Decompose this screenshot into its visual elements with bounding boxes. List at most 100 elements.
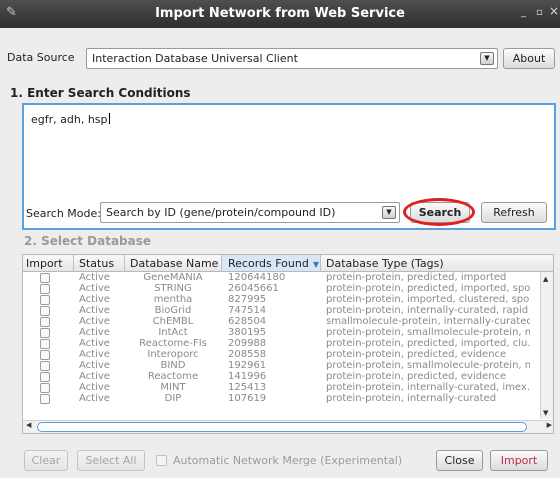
row-database-name: GeneMANIA bbox=[143, 272, 203, 283]
import-button[interactable]: Import bbox=[490, 450, 548, 471]
row-database-type: protein-protein, internally-curated, ime… bbox=[326, 382, 530, 393]
row-database-type: protein-protein, smallmolecule-protein, … bbox=[326, 327, 530, 338]
row-records-found: 380195 bbox=[228, 327, 267, 338]
import-checkbox[interactable] bbox=[40, 328, 50, 338]
row-database-type: protein-protein, predicted, evidence bbox=[326, 349, 507, 360]
database-section-title: 2. Select Database bbox=[24, 234, 152, 248]
row-database-type: protein-protein, predicted, evidence bbox=[326, 371, 507, 382]
row-status: Active bbox=[79, 382, 110, 393]
search-mode-select[interactable]: Search by ID (gene/protein/compound ID) … bbox=[100, 202, 400, 223]
import-checkbox[interactable] bbox=[40, 284, 50, 294]
row-database-type: protein-protein, predicted, imported, cl… bbox=[326, 338, 530, 349]
scroll-right-icon[interactable]: ▶ bbox=[547, 421, 552, 429]
close-button[interactable]: Close bbox=[436, 450, 483, 471]
sort-descending-icon: ▼ bbox=[312, 260, 319, 269]
import-checkbox[interactable] bbox=[40, 383, 50, 393]
row-status: Active bbox=[79, 349, 110, 360]
row-status: Active bbox=[79, 283, 110, 294]
row-database-name: IntAct bbox=[158, 327, 188, 338]
data-source-label: Data Source bbox=[7, 51, 75, 64]
row-records-found: 208558 bbox=[228, 349, 267, 360]
row-records-found: 141996 bbox=[228, 371, 267, 382]
row-database-type: protein-protein, smallmolecule-protein, … bbox=[326, 360, 530, 371]
row-records-found: 192961 bbox=[228, 360, 267, 371]
scroll-down-icon[interactable]: ▼ bbox=[543, 409, 548, 417]
row-database-type: protein-protein, imported, clustered, sp… bbox=[326, 294, 530, 305]
row-status: Active bbox=[79, 327, 110, 338]
about-button[interactable]: About bbox=[503, 48, 555, 69]
row-records-found: 747514 bbox=[228, 305, 267, 316]
row-database-name: ChEMBL bbox=[152, 316, 194, 327]
import-checkbox[interactable] bbox=[40, 394, 50, 404]
row-status: Active bbox=[79, 360, 110, 371]
row-database-type: smallmolecule-protein, internally-curate… bbox=[326, 316, 530, 327]
row-status: Active bbox=[79, 294, 110, 305]
row-status: Active bbox=[79, 305, 110, 316]
import-checkbox[interactable] bbox=[40, 295, 50, 305]
import-checkbox[interactable] bbox=[40, 350, 50, 360]
vertical-scrollbar[interactable]: ▲ ▼ bbox=[540, 272, 553, 419]
import-checkbox[interactable] bbox=[40, 361, 50, 371]
table-row[interactable]: Active DIP 107619 protein-protein, internal… bbox=[23, 393, 533, 405]
horizontal-scroll-thumb[interactable] bbox=[37, 422, 527, 432]
select-all-button[interactable]: Select All bbox=[77, 450, 145, 471]
scroll-left-icon[interactable]: ◀ bbox=[26, 421, 31, 429]
search-section-title: 1. Enter Search Conditions bbox=[10, 86, 191, 100]
horizontal-scrollbar[interactable]: ◀ ▶ bbox=[23, 420, 553, 433]
row-database-name: BioGrid bbox=[154, 305, 192, 316]
title-bar: ✎ Import Network from Web Service _ ▫ × bbox=[0, 0, 560, 28]
maximize-button[interactable]: ▫ bbox=[536, 7, 543, 19]
row-status: Active bbox=[79, 371, 110, 382]
chevron-down-icon: ▼ bbox=[382, 206, 396, 219]
row-status: Active bbox=[79, 272, 110, 283]
row-status: Active bbox=[79, 393, 110, 404]
window-title: Import Network from Web Service bbox=[155, 6, 405, 21]
records-found-label: Records Found bbox=[228, 257, 309, 270]
import-checkbox[interactable] bbox=[40, 372, 50, 382]
search-highlight-ellipse bbox=[403, 198, 475, 226]
refresh-button[interactable]: Refresh bbox=[481, 202, 547, 223]
scroll-up-icon[interactable]: ▲ bbox=[543, 275, 548, 283]
column-records-found[interactable]: Records Found ▼ bbox=[222, 255, 320, 271]
column-database-name[interactable]: Database Name bbox=[130, 257, 218, 270]
row-database-name: Reactome-FIs bbox=[139, 338, 207, 349]
clear-button[interactable]: Clear bbox=[24, 450, 68, 471]
import-checkbox[interactable] bbox=[40, 273, 50, 283]
row-records-found: 107619 bbox=[228, 393, 267, 404]
close-window-button[interactable]: × bbox=[549, 5, 559, 17]
search-mode-value: Search by ID (gene/protein/compound ID) bbox=[106, 206, 336, 219]
data-source-select[interactable]: Interaction Database Universal Client ▼ bbox=[86, 48, 498, 69]
chevron-down-icon: ▼ bbox=[480, 52, 494, 65]
import-checkbox[interactable] bbox=[40, 339, 50, 349]
row-database-name: DIP bbox=[164, 393, 182, 404]
row-database-name: Interoporc bbox=[147, 349, 199, 360]
text-caret bbox=[108, 113, 110, 124]
row-records-found: 120644180 bbox=[228, 272, 286, 283]
row-database-name: BIND bbox=[160, 360, 186, 371]
row-database-type: protein-protein, internally-curated, rap… bbox=[326, 305, 529, 316]
row-database-name: mentha bbox=[153, 294, 193, 305]
row-records-found: 827995 bbox=[228, 294, 267, 305]
import-checkbox[interactable] bbox=[40, 317, 50, 327]
row-status: Active bbox=[79, 338, 110, 349]
row-status: Active bbox=[79, 316, 110, 327]
column-divider bbox=[73, 255, 74, 272]
row-records-found: 209988 bbox=[228, 338, 267, 349]
data-source-value: Interaction Database Universal Client bbox=[92, 52, 298, 65]
row-database-type: protein-protein, internally-curated bbox=[326, 393, 497, 404]
row-database-type: protein-protein, predicted, imported, sp… bbox=[326, 283, 530, 294]
import-checkbox[interactable] bbox=[40, 306, 50, 316]
row-database-name: Reactome bbox=[147, 371, 199, 382]
column-divider bbox=[320, 255, 321, 272]
search-query-text: egfr, adh, hsp bbox=[31, 113, 108, 126]
row-database-name: MINT bbox=[160, 382, 186, 393]
row-records-found: 125413 bbox=[228, 382, 267, 393]
auto-merge-checkbox[interactable] bbox=[156, 455, 167, 466]
auto-merge-label: Automatic Network Merge (Experimental) bbox=[173, 454, 403, 467]
column-status[interactable]: Status bbox=[79, 257, 114, 270]
row-records-found: 628504 bbox=[228, 316, 267, 327]
row-records-found: 26045661 bbox=[228, 283, 279, 294]
column-import[interactable]: Import bbox=[26, 257, 63, 270]
minimize-button[interactable]: _ bbox=[521, 7, 526, 19]
column-database-type[interactable]: Database Type (Tags) bbox=[326, 257, 444, 270]
